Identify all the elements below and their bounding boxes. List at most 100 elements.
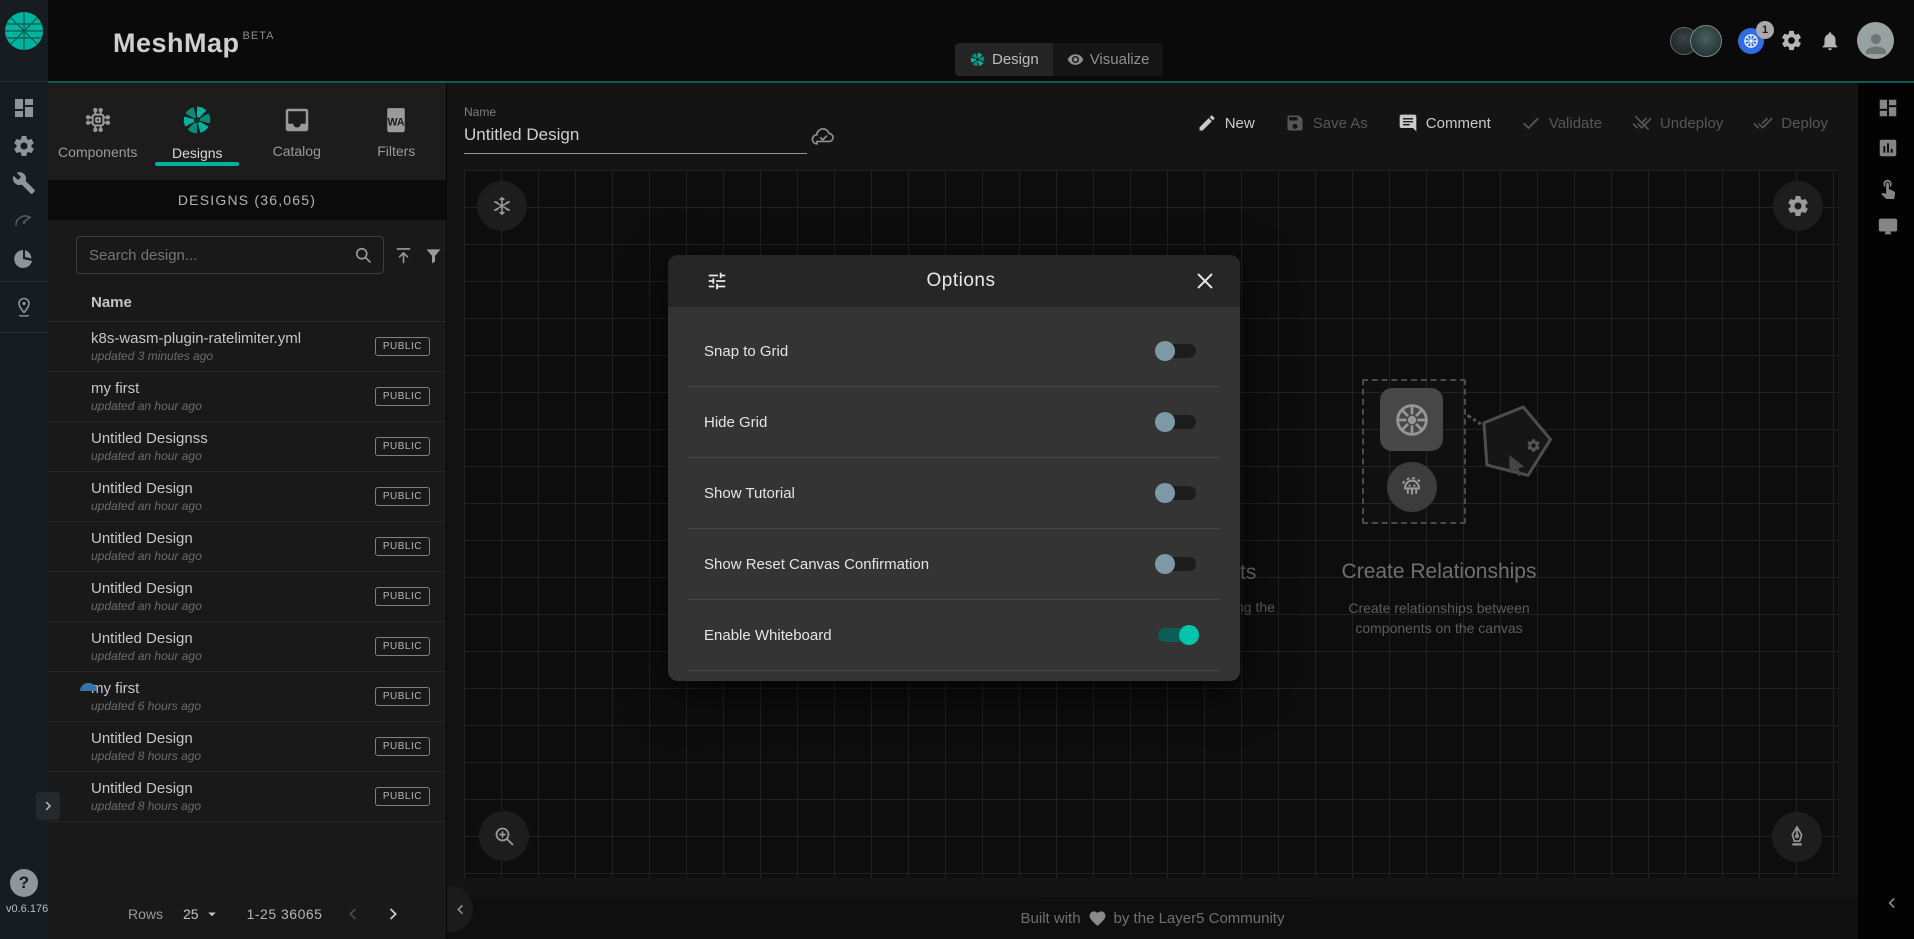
search-input[interactable]: [77, 247, 353, 264]
zoom-button[interactable]: [479, 811, 529, 861]
footer-suffix: by the Layer5 Community: [1114, 910, 1285, 927]
upload-design-icon[interactable]: [393, 245, 414, 266]
catalog-drawer-icon: [282, 105, 312, 135]
new-button[interactable]: New: [1197, 113, 1255, 133]
option-toggle[interactable]: [1158, 415, 1196, 429]
design-list-item[interactable]: k8s-wasm-plugin-ratelimiter.yml updated …: [48, 322, 446, 372]
design-visibility-badge: PUBLIC: [375, 637, 430, 656]
option-toggle[interactable]: [1158, 344, 1196, 358]
configuration-tools-icon[interactable]: [12, 171, 36, 195]
design-list-item[interactable]: Untitled Design updated an hour ago PUBL…: [48, 522, 446, 572]
comment-button[interactable]: Comment: [1398, 113, 1491, 133]
app-version: v0.6.176: [6, 903, 48, 915]
freehand-draw-button[interactable]: [1772, 812, 1822, 862]
design-name: my first: [91, 380, 375, 397]
toggle-knob: [1155, 412, 1175, 432]
design-name-input[interactable]: [464, 119, 807, 154]
tab-visualize-label: Visualize: [1090, 51, 1150, 68]
tab-visualize[interactable]: Visualize: [1053, 43, 1164, 76]
option-label: Enable Whiteboard: [704, 627, 832, 644]
undeploy-button[interactable]: Undeploy: [1632, 113, 1723, 133]
zoom-in-magnifier-icon: [492, 824, 516, 848]
jellyfish-icon: [1395, 470, 1429, 504]
design-updated: updated 8 hours ago: [91, 749, 375, 763]
option-toggle[interactable]: [1158, 557, 1196, 571]
dashboard-icon[interactable]: [12, 96, 36, 120]
floppy-save-icon: [1285, 113, 1305, 133]
design-updated: updated an hour ago: [91, 499, 375, 513]
user-avatar[interactable]: [1857, 22, 1894, 59]
active-tab-underline: [155, 162, 239, 166]
snowflake-button[interactable]: [477, 181, 527, 231]
kubernetes-context-switcher[interactable]: 1: [1738, 28, 1764, 54]
settings-gear-icon[interactable]: [1780, 29, 1803, 52]
option-toggle[interactable]: [1158, 628, 1196, 642]
right-dock-collapse-icon[interactable]: [1884, 895, 1900, 911]
layer5-logo-icon[interactable]: [4, 11, 44, 51]
tab-catalog[interactable]: Catalog: [247, 83, 347, 180]
design-list-item[interactable]: Untitled Design updated an hour ago PUBL…: [48, 572, 446, 622]
design-list: k8s-wasm-plugin-ratelimiter.yml updated …: [48, 322, 446, 822]
chevron-left-icon: [453, 902, 468, 917]
design-list-item[interactable]: Untitled Design updated 8 hours ago PUBL…: [48, 772, 446, 822]
sidebar-expand-button[interactable]: [36, 792, 60, 820]
design-list-item[interactable]: my first updated 6 hours ago PUBLIC: [48, 672, 446, 722]
performance-gauge-icon[interactable]: [12, 208, 36, 232]
collaborator-avatar-2[interactable]: [1690, 25, 1722, 57]
notifications-bell-icon[interactable]: [1819, 30, 1841, 52]
tab-designs[interactable]: Designs: [148, 83, 248, 180]
rail-divider: [0, 81, 48, 82]
previous-page-icon[interactable]: [344, 905, 362, 923]
components-circuit-icon: [82, 104, 114, 136]
option-row: Snap to Grid: [688, 316, 1220, 387]
option-toggle[interactable]: [1158, 486, 1196, 500]
tab-filters[interactable]: Filters: [347, 83, 447, 180]
undeploy-label: Undeploy: [1660, 115, 1723, 132]
comment-label: Comment: [1426, 115, 1491, 132]
design-visibility-badge: PUBLIC: [375, 787, 430, 806]
tab-components[interactable]: Components: [48, 83, 148, 180]
page-size-select[interactable]: 25: [183, 905, 221, 923]
meshmap-pin-icon[interactable]: [12, 295, 36, 319]
design-list-item[interactable]: Untitled Design updated an hour ago PUBL…: [48, 472, 446, 522]
canvas-settings-button[interactable]: [1773, 181, 1823, 231]
extensions-pie-icon[interactable]: [12, 247, 36, 271]
deploy-doneall-icon: [1753, 113, 1773, 133]
option-row: Show Reset Canvas Confirmation: [688, 529, 1220, 600]
validate-label: Validate: [1549, 115, 1602, 132]
panel-tabs: Components Designs Catalog Filters: [48, 83, 446, 180]
close-icon[interactable]: [1194, 270, 1216, 292]
onboarding-component-circle: [1387, 462, 1437, 512]
designs-panel: Components Designs Catalog Filters DESIG…: [48, 83, 447, 939]
design-name-field: Name: [464, 105, 807, 154]
designs-count-header: DESIGNS (36,065): [48, 180, 446, 220]
tab-components-label: Components: [58, 144, 137, 160]
screen-panel-icon[interactable]: [1877, 215, 1899, 237]
design-updated: updated 6 hours ago: [91, 699, 375, 713]
tab-design[interactable]: Design: [955, 43, 1053, 76]
design-name: k8s-wasm-plugin-ratelimiter.yml: [91, 330, 375, 347]
next-page-icon[interactable]: [384, 905, 402, 923]
design-list-item[interactable]: my first updated an hour ago PUBLIC: [48, 372, 446, 422]
design-list-item[interactable]: Untitled Design updated an hour ago PUBL…: [48, 622, 446, 672]
filter-funnel-icon[interactable]: [423, 245, 444, 266]
deploy-button[interactable]: Deploy: [1753, 113, 1828, 133]
save-as-button[interactable]: Save As: [1285, 113, 1368, 133]
onboarding-description-line1: Create relationships between: [1314, 598, 1564, 618]
design-list-item[interactable]: Untitled Design updated 8 hours ago PUBL…: [48, 722, 446, 772]
design-visibility-badge: PUBLIC: [375, 687, 430, 706]
design-updated: updated an hour ago: [91, 549, 375, 563]
chart-panel-icon[interactable]: [1877, 137, 1899, 159]
new-label: New: [1225, 115, 1255, 132]
touch-interact-icon[interactable]: [1877, 177, 1899, 199]
options-modal-body: Snap to Grid Hide Grid Show Tutorial Sho…: [668, 307, 1240, 671]
help-button[interactable]: ?: [10, 869, 38, 897]
dashboard-grid-icon[interactable]: [1877, 97, 1899, 119]
option-row: Show Tutorial: [688, 458, 1220, 529]
comment-icon: [1398, 113, 1418, 133]
validate-button[interactable]: Validate: [1521, 113, 1602, 133]
lifecycle-gears-icon[interactable]: [12, 134, 36, 158]
design-visibility-badge: PUBLIC: [375, 337, 430, 356]
toggle-knob: [1155, 483, 1175, 503]
design-list-item[interactable]: Untitled Designss updated an hour ago PU…: [48, 422, 446, 472]
